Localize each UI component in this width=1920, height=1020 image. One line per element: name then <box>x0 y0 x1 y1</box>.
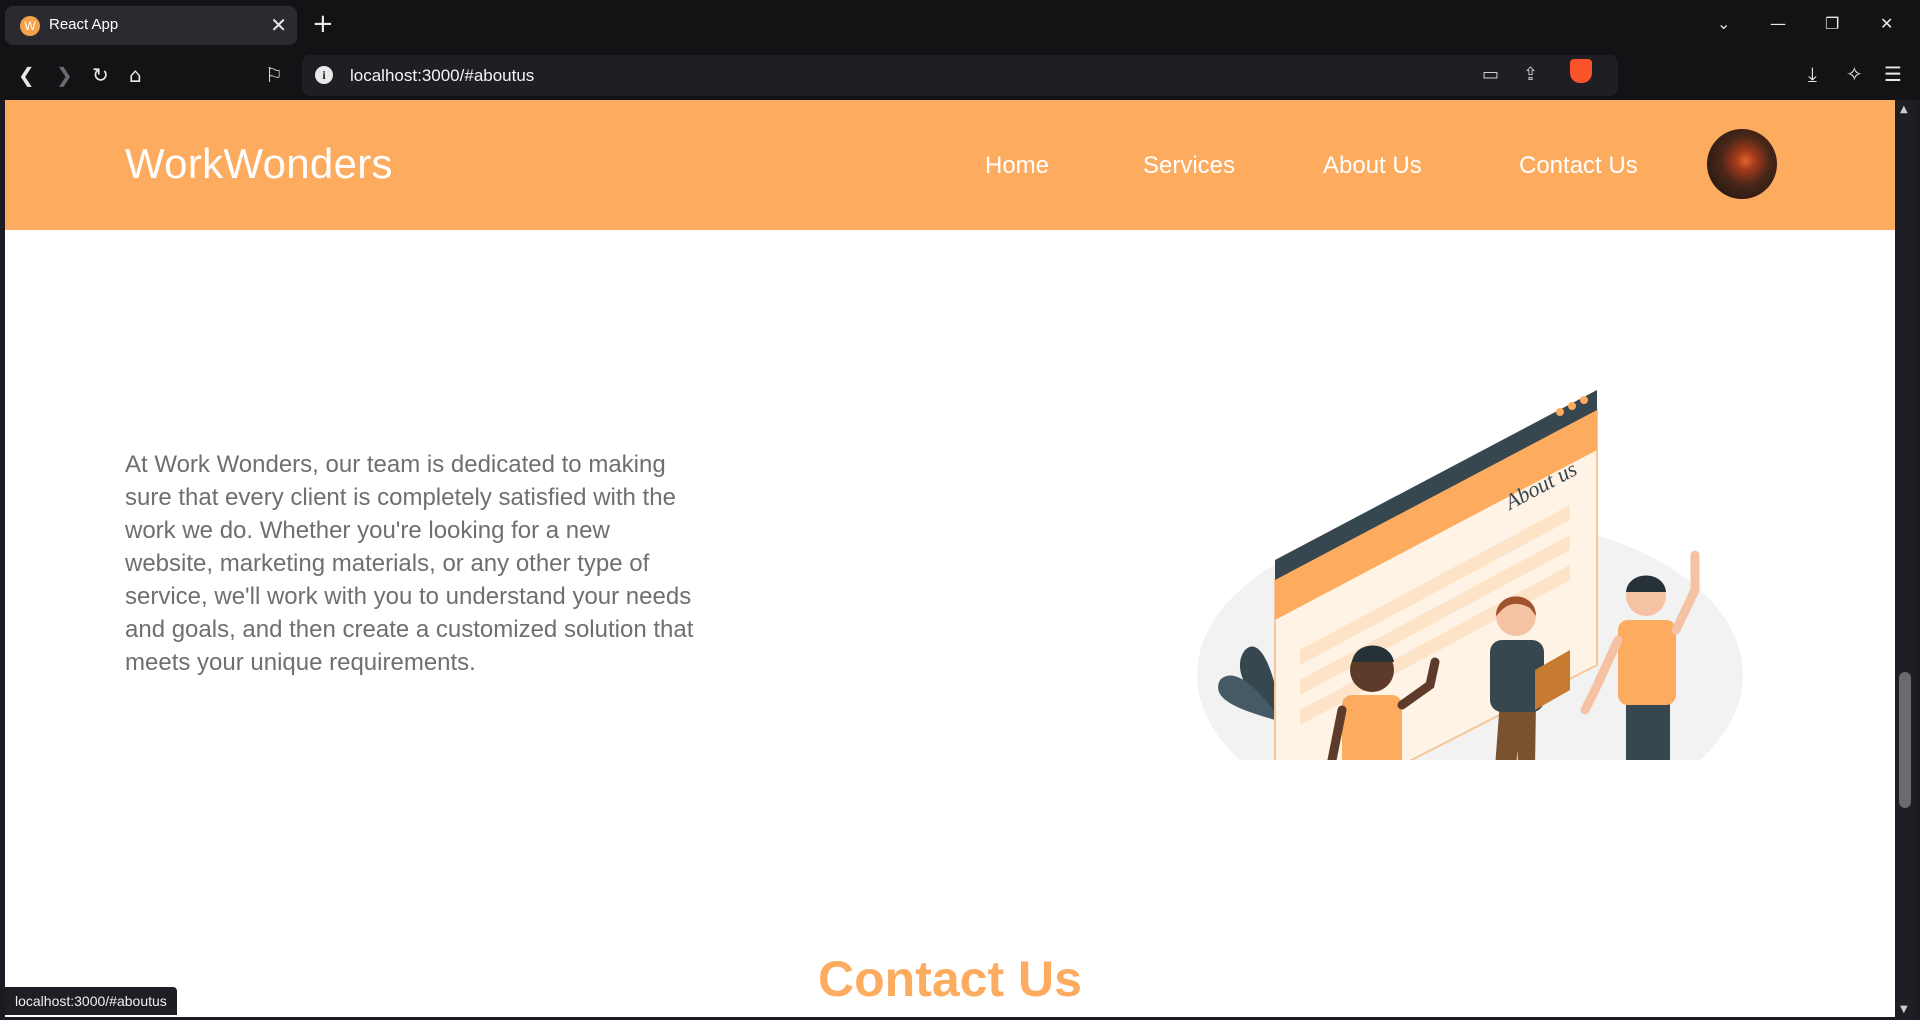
scroll-down-icon[interactable]: ▼ <box>1900 1004 1908 1015</box>
nav-services-link[interactable]: Services <box>1143 152 1235 180</box>
new-tab-icon[interactable]: + <box>312 10 334 38</box>
address-bar[interactable]: i localhost:3000/#aboutus ▭ ⇪ <box>302 55 1618 96</box>
window-close-icon[interactable]: ✕ <box>1880 12 1893 36</box>
scroll-up-icon[interactable]: ▲ <box>1900 104 1908 115</box>
favicon-icon: W <box>20 16 40 36</box>
back-icon[interactable]: ❮ <box>18 63 35 87</box>
site-brand-logo[interactable]: WorkWonders <box>125 140 393 188</box>
site-info-icon[interactable]: i <box>315 66 333 84</box>
nav-about-link[interactable]: About Us <box>1323 152 1422 180</box>
tab-title: React App <box>49 16 119 33</box>
tab-search-chevron-icon[interactable]: ⌄ <box>1717 12 1730 36</box>
nav-home-link[interactable]: Home <box>985 152 1049 180</box>
cast-icon[interactable]: ▭ <box>1482 65 1499 85</box>
brave-shields-icon[interactable] <box>1570 59 1592 83</box>
leo-ai-icon[interactable]: ✧ <box>1846 62 1863 86</box>
nav-contact-link[interactable]: Contact Us <box>1519 152 1638 180</box>
home-icon[interactable]: ⌂ <box>129 63 142 87</box>
forward-icon[interactable]: ❯ <box>56 63 73 87</box>
contact-section-title: Contact Us <box>818 951 1082 1007</box>
minimize-icon[interactable]: — <box>1770 12 1786 36</box>
about-paragraph: At Work Wonders, our team is dedicated t… <box>125 451 694 676</box>
reload-icon[interactable]: ↻ <box>92 63 109 87</box>
about-us-illustration: About us <box>1197 390 1743 760</box>
scrollbar-thumb[interactable] <box>1899 672 1911 808</box>
avatar[interactable] <box>1707 129 1777 199</box>
browser-toolbar: ❮ ❯ ↻ ⌂ ⚐ i localhost:3000/#aboutus ▭ ⇪ … <box>0 50 1920 100</box>
share-icon[interactable]: ⇪ <box>1523 65 1538 85</box>
url-text[interactable]: localhost:3000/#aboutus <box>350 66 534 86</box>
bookmark-icon[interactable]: ⚐ <box>265 63 283 87</box>
page-scrollbar[interactable]: ▲ ▼ <box>1895 100 1915 1017</box>
download-icon[interactable]: ⤓ <box>1808 62 1817 86</box>
browser-tab-bar: W React App ✕ + ⌄ — ❐ ✕ <box>0 0 1920 50</box>
link-status-bar: localhost:3000/#aboutus <box>5 987 177 1015</box>
restore-icon[interactable]: ❐ <box>1825 12 1839 36</box>
site-header: WorkWonders Home Services About Us Conta… <box>5 100 1895 230</box>
page-viewport: WorkWonders Home Services About Us Conta… <box>5 100 1895 1017</box>
close-tab-icon[interactable]: ✕ <box>270 13 287 37</box>
menu-icon[interactable]: ☰ <box>1884 62 1902 86</box>
browser-tab[interactable]: W React App ✕ <box>5 6 297 45</box>
